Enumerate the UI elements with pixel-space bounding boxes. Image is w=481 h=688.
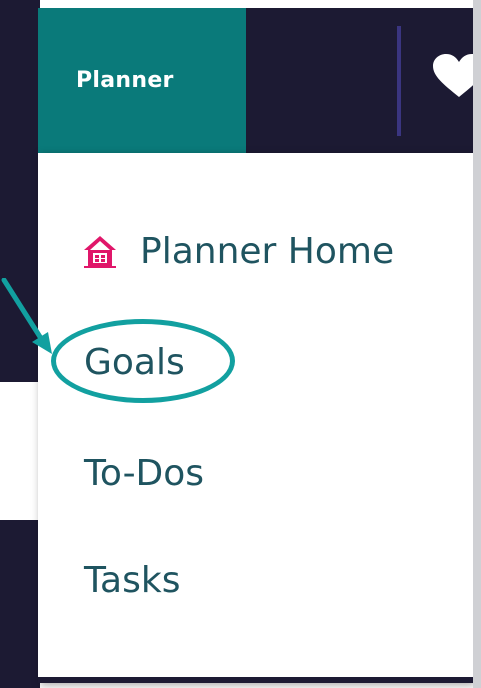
menu-item-label: Goals bbox=[84, 342, 185, 383]
tab-planner-label: Planner bbox=[76, 68, 174, 93]
house-icon bbox=[82, 234, 118, 270]
menu-item-label: To-Dos bbox=[84, 453, 205, 494]
tab-planner[interactable]: Planner bbox=[38, 8, 246, 153]
top-navbar: Planner bbox=[38, 8, 477, 153]
page-backdrop-strip bbox=[0, 382, 40, 520]
planner-dropdown-menu: Planner Home Goals To-Dos Tasks bbox=[38, 153, 473, 683]
menu-item-tasks[interactable]: Tasks bbox=[84, 560, 180, 601]
page-backdrop bbox=[0, 0, 40, 688]
navbar-divider bbox=[397, 26, 401, 136]
menu-item-label: Planner Home bbox=[140, 231, 395, 272]
screenshot-border bbox=[473, 0, 481, 688]
heart-icon[interactable] bbox=[431, 53, 477, 99]
menu-item-planner-home[interactable]: Planner Home bbox=[82, 231, 394, 272]
menu-item-goals[interactable]: Goals bbox=[84, 342, 185, 383]
menu-item-to-dos[interactable]: To-Dos bbox=[84, 453, 204, 494]
menu-item-label: Tasks bbox=[84, 560, 181, 601]
